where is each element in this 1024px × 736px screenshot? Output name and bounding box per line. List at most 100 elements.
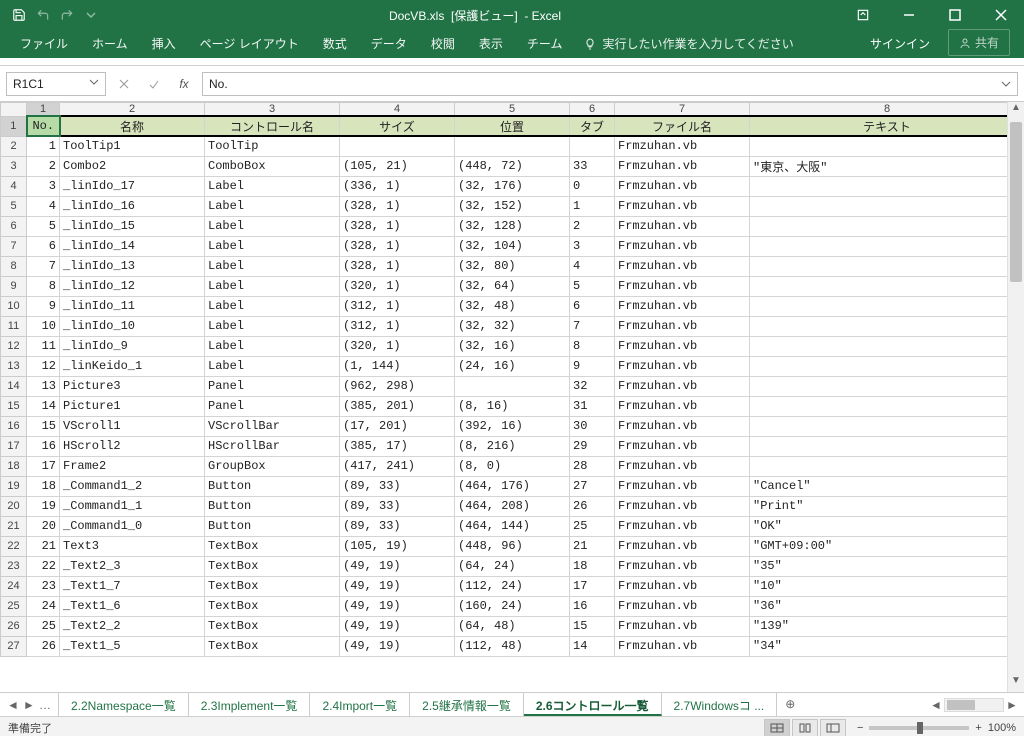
row-header[interactable]: 4 (1, 176, 27, 196)
cell[interactable]: (464, 176) (455, 476, 570, 496)
cell[interactable]: 0 (570, 176, 615, 196)
cell[interactable]: 1 (27, 136, 60, 156)
cell[interactable]: _Command1_1 (60, 496, 205, 516)
formula-input[interactable]: No. (202, 72, 1018, 96)
cell[interactable]: _Text1_7 (60, 576, 205, 596)
cell[interactable]: (392, 16) (455, 416, 570, 436)
cell[interactable]: (32, 48) (455, 296, 570, 316)
close-icon[interactable] (978, 0, 1024, 30)
cell[interactable]: Text3 (60, 536, 205, 556)
cell[interactable]: (89, 33) (340, 516, 455, 536)
cell[interactable]: (105, 19) (340, 536, 455, 556)
header-cell[interactable]: コントロール名 (205, 116, 340, 136)
cell[interactable]: Frmzuhan.vb (615, 496, 750, 516)
cell[interactable]: 23 (27, 576, 60, 596)
cell[interactable]: 20 (27, 516, 60, 536)
row-header[interactable]: 1 (1, 116, 27, 136)
sheet-tab[interactable]: 2.4Import一覧 (310, 693, 410, 716)
row-header[interactable]: 23 (1, 556, 27, 576)
cell[interactable]: 9 (570, 356, 615, 376)
ribbon-tab-team[interactable]: チーム (515, 29, 575, 58)
cancel-formula-icon[interactable] (112, 72, 136, 96)
cell[interactable]: 16 (570, 596, 615, 616)
cell[interactable]: _Command1_2 (60, 476, 205, 496)
cell[interactable]: Frmzuhan.vb (615, 156, 750, 176)
cell[interactable]: (112, 24) (455, 576, 570, 596)
cell[interactable]: Frmzuhan.vb (615, 316, 750, 336)
cell[interactable]: "Print" (750, 496, 1024, 516)
cell[interactable]: Frmzuhan.vb (615, 636, 750, 656)
cell[interactable]: 18 (27, 476, 60, 496)
row-header[interactable]: 15 (1, 396, 27, 416)
cell[interactable]: 12 (27, 356, 60, 376)
chevron-down-icon[interactable] (89, 77, 103, 91)
cell[interactable] (750, 256, 1024, 276)
cell[interactable]: Frmzuhan.vb (615, 456, 750, 476)
worksheet-grid[interactable]: 123456781No.名称コントロール名サイズ位置タブファイル名テキスト21T… (0, 102, 1024, 692)
cell[interactable]: (320, 1) (340, 276, 455, 296)
column-header[interactable]: 8 (750, 103, 1024, 117)
cell[interactable]: 7 (27, 256, 60, 276)
row-header[interactable]: 17 (1, 436, 27, 456)
maximize-icon[interactable] (932, 0, 978, 30)
cell[interactable]: TextBox (205, 616, 340, 636)
sign-in-button[interactable]: サインイン (858, 29, 942, 58)
cell[interactable]: 4 (570, 256, 615, 276)
tell-me[interactable]: 実行したい作業を入力してください (574, 29, 803, 58)
cell[interactable]: 15 (570, 616, 615, 636)
cell[interactable]: (89, 33) (340, 476, 455, 496)
row-header[interactable]: 5 (1, 196, 27, 216)
cell[interactable]: Button (205, 476, 340, 496)
column-header[interactable]: 5 (455, 103, 570, 117)
cell[interactable]: (464, 208) (455, 496, 570, 516)
cell[interactable]: (49, 19) (340, 576, 455, 596)
sheet-nav-next-icon[interactable]: ► (22, 698, 36, 712)
cell[interactable]: (32, 16) (455, 336, 570, 356)
cell[interactable]: 14 (27, 396, 60, 416)
sheet-nav-ellipsis[interactable]: … (38, 698, 52, 712)
cell[interactable]: Label (205, 236, 340, 256)
cell[interactable]: 21 (570, 536, 615, 556)
cell[interactable]: 24 (27, 596, 60, 616)
column-header[interactable]: 2 (60, 103, 205, 117)
scroll-down-icon[interactable]: ▼ (1008, 675, 1024, 692)
header-cell[interactable]: テキスト (750, 116, 1024, 136)
cell[interactable]: 3 (27, 176, 60, 196)
zoom-control[interactable]: − + 100% (857, 722, 1016, 734)
cell[interactable]: TextBox (205, 596, 340, 616)
header-cell[interactable]: 位置 (455, 116, 570, 136)
cell[interactable]: Frmzuhan.vb (615, 416, 750, 436)
cell[interactable]: 15 (27, 416, 60, 436)
cell[interactable] (750, 276, 1024, 296)
cell[interactable]: 30 (570, 416, 615, 436)
cell[interactable]: (64, 24) (455, 556, 570, 576)
cell[interactable]: (160, 24) (455, 596, 570, 616)
cell[interactable]: Picture1 (60, 396, 205, 416)
row-header[interactable]: 21 (1, 516, 27, 536)
column-header[interactable]: 6 (570, 103, 615, 117)
cell[interactable]: (32, 80) (455, 256, 570, 276)
row-header[interactable]: 12 (1, 336, 27, 356)
cell[interactable] (455, 376, 570, 396)
cell[interactable]: 3 (570, 236, 615, 256)
cell[interactable]: GroupBox (205, 456, 340, 476)
scroll-up-icon[interactable]: ▲ (1008, 102, 1024, 119)
cell[interactable]: (112, 48) (455, 636, 570, 656)
cell[interactable]: _linIdo_9 (60, 336, 205, 356)
cell[interactable]: Button (205, 496, 340, 516)
cell[interactable]: 19 (27, 496, 60, 516)
view-normal-icon[interactable] (764, 719, 790, 736)
cell[interactable]: Label (205, 256, 340, 276)
cell[interactable] (340, 136, 455, 156)
header-cell[interactable]: ファイル名 (615, 116, 750, 136)
row-header[interactable]: 2 (1, 136, 27, 156)
cell[interactable]: "東京、大阪" (750, 156, 1024, 176)
cell[interactable]: Label (205, 196, 340, 216)
name-box[interactable]: R1C1 (6, 72, 106, 96)
row-header[interactable]: 10 (1, 296, 27, 316)
ribbon-tab-view[interactable]: 表示 (467, 29, 515, 58)
column-header[interactable]: 4 (340, 103, 455, 117)
cell[interactable]: (49, 19) (340, 556, 455, 576)
cell[interactable] (750, 336, 1024, 356)
cell[interactable]: "34" (750, 636, 1024, 656)
